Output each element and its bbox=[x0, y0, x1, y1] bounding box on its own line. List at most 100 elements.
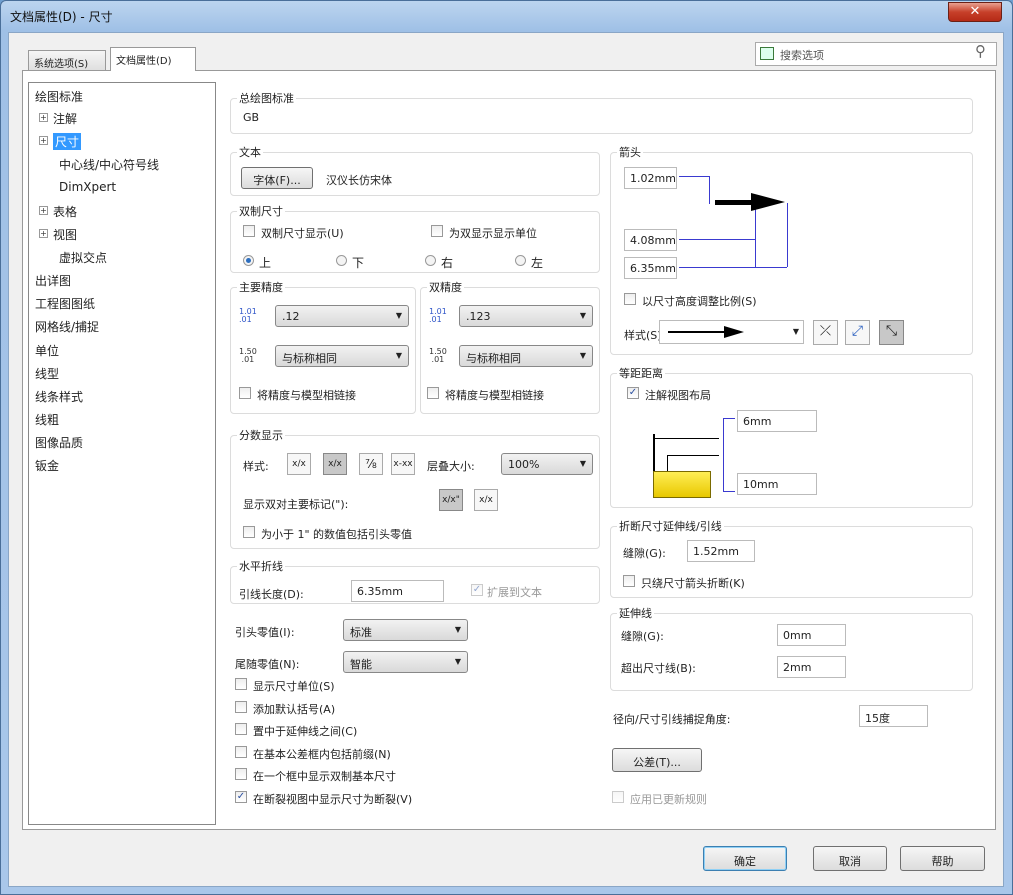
font-name: 汉仪长仿宋体 bbox=[326, 174, 392, 187]
annotation-layout-checkbox[interactable]: ✓ bbox=[627, 387, 639, 399]
apply-rules-checkbox[interactable] bbox=[612, 791, 624, 803]
arrow-width-input[interactable]: 4.08mm bbox=[624, 229, 677, 251]
radio-bottom[interactable] bbox=[336, 255, 347, 266]
offset-distance-group: 等距距离 ✓ 注解视图布局 6mm 10mm bbox=[610, 365, 973, 508]
scale-arrow-checkbox[interactable] bbox=[624, 293, 636, 305]
option-checkbox[interactable] bbox=[235, 700, 247, 713]
break-gap-input[interactable]: 1.52mm bbox=[687, 540, 755, 562]
arrow-smart-icon[interactable]: ⤡ bbox=[879, 320, 904, 345]
leading-zeros-select[interactable]: 标准 bbox=[343, 619, 468, 641]
options-tree[interactable]: 绘图标准 + 注解 + 尺寸 中心线/中心符号线 DimXpert + 表格 +… bbox=[28, 82, 216, 825]
leader-length-input[interactable]: 6.35mm bbox=[351, 580, 444, 602]
primary-tolerance-select[interactable]: 与标称相同 bbox=[275, 345, 409, 367]
beyond-dimension-input[interactable]: 2mm bbox=[777, 656, 846, 678]
ok-button[interactable]: 确定 bbox=[703, 846, 787, 871]
search-input[interactable]: 搜索选项 bbox=[755, 42, 997, 66]
extension-gap-input[interactable]: 0mm bbox=[777, 624, 846, 646]
search-icon[interactable]: ⚲ bbox=[975, 42, 986, 60]
font-button[interactable]: 字体(F)... bbox=[241, 167, 313, 189]
tree-item[interactable]: 视图 bbox=[53, 226, 77, 243]
arrow-height-input[interactable]: 1.02mm bbox=[624, 167, 677, 189]
tree-item[interactable]: 注解 bbox=[53, 110, 77, 127]
expand-icon[interactable]: + bbox=[39, 229, 48, 238]
group-title: 等距距离 bbox=[617, 365, 665, 381]
radio-label: 下 bbox=[352, 256, 365, 270]
expand-icon[interactable]: + bbox=[39, 113, 48, 122]
extend-to-text-checkbox[interactable]: ✓ bbox=[471, 584, 483, 596]
option-checkbox[interactable] bbox=[235, 723, 247, 736]
tree-item[interactable]: 工程图图纸 bbox=[35, 295, 95, 312]
arrowhead-icon bbox=[724, 326, 744, 338]
dual-precision-select[interactable]: .123 bbox=[459, 305, 593, 327]
arrow-style-select[interactable]: ▼ bbox=[659, 320, 804, 344]
close-button[interactable]: ✕ bbox=[948, 2, 1002, 22]
arrow-length-input[interactable]: 6.35mm bbox=[624, 257, 677, 279]
tolerance-precision-icon: 1.50 .01 bbox=[239, 347, 257, 364]
tree-item[interactable]: 线粗 bbox=[35, 411, 59, 428]
primary-precision-select[interactable]: .12 bbox=[275, 305, 409, 327]
offset-first-input[interactable]: 6mm bbox=[737, 410, 817, 432]
option-checkbox[interactable] bbox=[235, 768, 247, 781]
radio-top[interactable] bbox=[243, 255, 254, 266]
checkbox-label: 注解视图布局 bbox=[645, 389, 711, 402]
primary-link-checkbox[interactable] bbox=[239, 387, 251, 399]
radio-label: 右 bbox=[441, 256, 454, 270]
tree-item[interactable]: 中心线/中心符号线 bbox=[59, 156, 159, 173]
tab-system-options[interactable]: 系统选项(S) bbox=[28, 50, 106, 71]
arrow-style-preview bbox=[668, 331, 728, 333]
radial-angle-input[interactable]: 15度 bbox=[859, 705, 928, 727]
trailing-zeros-select[interactable]: 智能 bbox=[343, 651, 468, 673]
tree-item[interactable]: DimXpert bbox=[59, 180, 116, 194]
option-checkbox[interactable] bbox=[235, 678, 247, 690]
dual-units-checkbox[interactable] bbox=[431, 225, 443, 237]
option-checkbox[interactable] bbox=[235, 745, 247, 758]
tab-document-properties[interactable]: 文档属性(D) bbox=[110, 47, 196, 71]
radial-angle-label: 径向/尺寸引线捕捉角度: bbox=[613, 713, 731, 726]
leading-zero-checkbox[interactable] bbox=[243, 526, 255, 538]
expand-icon[interactable]: + bbox=[39, 206, 48, 215]
stack-size-select[interactable]: 100% bbox=[501, 453, 593, 475]
checkbox-label: 以尺寸高度调整比例(S) bbox=[642, 295, 757, 308]
offset-next-input[interactable]: 10mm bbox=[737, 473, 817, 495]
tree-item[interactable]: 线条样式 bbox=[35, 388, 83, 405]
expand-icon[interactable]: + bbox=[39, 136, 48, 145]
tree-item[interactable]: 绘图标准 bbox=[35, 88, 83, 105]
tree-item[interactable]: 表格 bbox=[53, 203, 77, 220]
dual-display-checkbox[interactable] bbox=[243, 225, 255, 237]
tree-item-selected[interactable]: 尺寸 bbox=[53, 133, 82, 150]
primary-precision-group: 主要精度 1.01.01 .12 1.50 .01 与标称相同 将精度与模型相链… bbox=[230, 279, 416, 414]
checkbox-label: 显示尺寸单位(S) bbox=[253, 680, 335, 693]
checkbox-label: 在基本公差框内包括前缀(N) bbox=[253, 747, 391, 761]
tolerance-button[interactable]: 公差(T)... bbox=[612, 748, 702, 772]
tree-item[interactable]: 出详图 bbox=[35, 272, 71, 289]
help-button[interactable]: 帮助 bbox=[900, 846, 985, 871]
dual-tolerance-select[interactable]: 与标称相同 bbox=[459, 345, 593, 367]
arrow-inside-icon[interactable]: ⤢ bbox=[845, 320, 870, 345]
tree-item[interactable]: 图像品质 bbox=[35, 434, 83, 451]
tree-item[interactable]: 网格线/捕捉 bbox=[35, 318, 99, 335]
checkbox-label: 将精度与模型相链接 bbox=[257, 389, 356, 402]
checkbox-label: 为双显示显示单位 bbox=[449, 227, 537, 240]
radio-right[interactable] bbox=[425, 255, 436, 266]
group-title: 箭头 bbox=[617, 144, 643, 160]
checkbox-label: 只绕尺寸箭头折断(K) bbox=[641, 577, 745, 590]
group-title: 双制尺寸 bbox=[237, 203, 285, 219]
mark-none-button[interactable]: x/x bbox=[474, 489, 498, 511]
tree-item[interactable]: 虚拟交点 bbox=[59, 249, 107, 266]
checkbox-label: 在一个框中显示双制基本尺寸 bbox=[253, 770, 396, 784]
arrow-outside-icon[interactable]: ⤫ bbox=[813, 320, 838, 345]
arrows-group: 箭头 1.02mm 4.08mm 6.35mm 以尺寸高度调整比例(S) 样式(… bbox=[610, 144, 973, 355]
break-arrow-only-checkbox[interactable] bbox=[623, 575, 635, 587]
option-checkbox[interactable]: ✓ bbox=[235, 791, 247, 803]
radio-left[interactable] bbox=[515, 255, 526, 266]
cancel-button[interactable]: 取消 bbox=[813, 846, 887, 871]
fraction-style-stacked[interactable]: x/x bbox=[323, 453, 347, 475]
dual-link-checkbox[interactable] bbox=[427, 387, 439, 399]
fraction-style-diagonal[interactable]: ⅞ bbox=[359, 453, 383, 475]
mark-inch-button[interactable]: x/x" bbox=[439, 489, 463, 511]
tree-item[interactable]: 单位 bbox=[35, 342, 59, 359]
tree-item[interactable]: 钣金 bbox=[35, 457, 59, 474]
fraction-style-dash[interactable]: x-xx bbox=[391, 453, 415, 475]
tree-item[interactable]: 线型 bbox=[35, 365, 59, 382]
fraction-style-slash[interactable]: x/x bbox=[287, 453, 311, 475]
